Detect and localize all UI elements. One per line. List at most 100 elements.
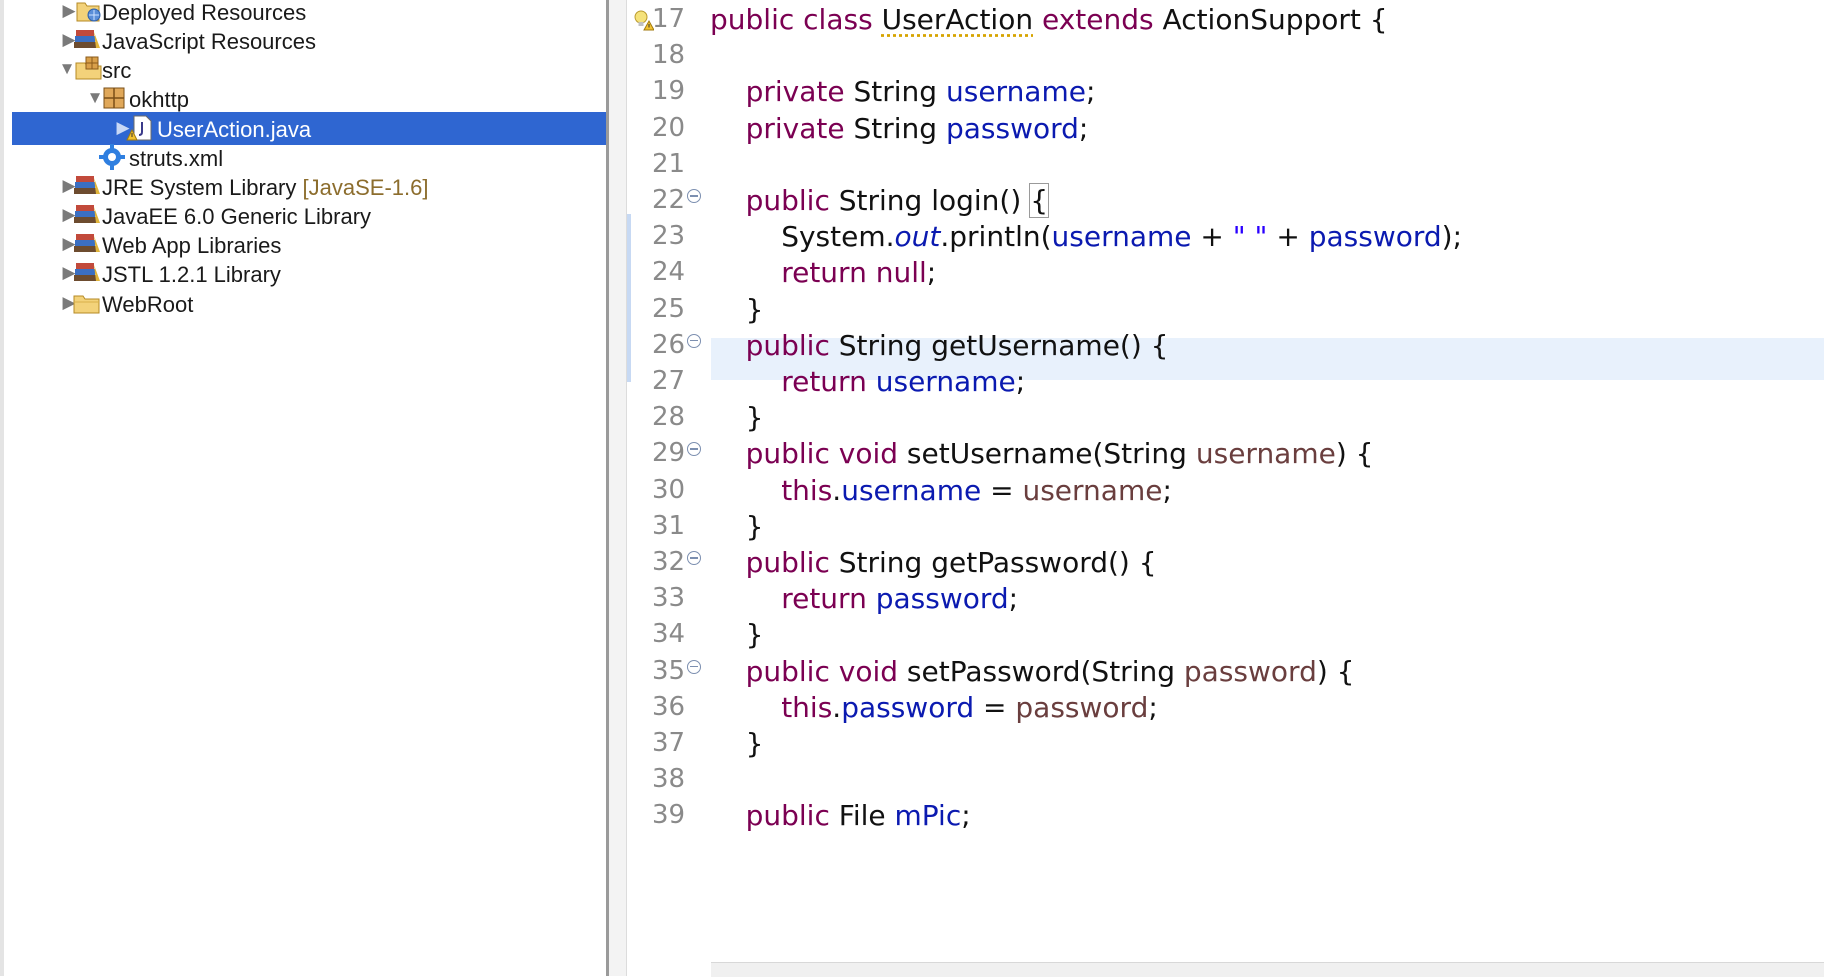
line-number: 39 (652, 800, 686, 831)
code-text: public String login() { (710, 183, 1050, 218)
code-token: public (745, 437, 830, 471)
code-text: } (710, 727, 764, 760)
code-text: } (710, 510, 764, 543)
code-text: private String password; (710, 111, 1089, 145)
fold-collapse-icon[interactable] (687, 551, 701, 565)
code-token: . (832, 473, 842, 507)
code-token: UserAction (881, 3, 1034, 36)
fold-collapse-icon[interactable] (687, 189, 701, 203)
code-text: System.out.println(username + " " + pass… (710, 220, 1462, 253)
code-token: password (945, 111, 1079, 145)
line-number: 31 (652, 510, 686, 541)
code-token: ; (961, 799, 971, 833)
code-token: username (1051, 220, 1192, 254)
code-text: return null; (710, 256, 936, 289)
code-token: ) { (1316, 654, 1355, 688)
fold-collapse-icon[interactable] (687, 659, 701, 674)
code-token: String (844, 111, 946, 145)
code-token: public (745, 654, 830, 688)
code-text: public File mPic; (710, 799, 971, 832)
code-token: setPassword(String (898, 654, 1184, 688)
code-token: ; (1148, 690, 1158, 724)
code-token: this (781, 473, 833, 507)
code-token: private (745, 111, 845, 145)
code-token: String login() (829, 184, 1031, 217)
code-text: return password; (710, 582, 1018, 615)
line-number: 21 (652, 148, 686, 179)
line-number: 27 (652, 366, 686, 396)
code-token: out (894, 220, 941, 254)
code-token: void (838, 437, 899, 471)
code-token: password (1015, 690, 1149, 724)
code-token: ; (926, 256, 937, 290)
code-text: this.password = password; (710, 691, 1158, 724)
code-token: ; (1162, 473, 1172, 507)
code-token: password (875, 582, 1009, 616)
code-text: public class UserAction extends ActionSu… (710, 3, 1388, 36)
code-token: public (710, 3, 795, 36)
code-token: } (710, 401, 764, 435)
horizontal-scrollbar[interactable] (711, 962, 1824, 977)
code-token: public (745, 184, 830, 217)
code-token: String getPassword() { (829, 546, 1157, 579)
code-token: username (875, 365, 1016, 398)
code-token: { (1029, 183, 1050, 218)
code-line[interactable]: 39 public File mPic; (0, 796, 1824, 838)
code-token: password (841, 690, 975, 724)
line-number: 28 (652, 402, 686, 433)
code-text: } (710, 401, 764, 435)
line-number: 38 (652, 764, 686, 795)
code-token: password (1183, 654, 1317, 688)
code-text: } (710, 292, 764, 326)
line-number: 34 (652, 619, 686, 650)
fold-collapse-icon[interactable] (687, 442, 701, 457)
line-number: 17 (652, 4, 686, 34)
code-token: } (710, 727, 764, 760)
code-token: ; (1015, 365, 1026, 398)
code-token: void (838, 654, 899, 688)
code-token: File (829, 799, 895, 833)
code-token: ); (1441, 220, 1463, 254)
line-number: 33 (652, 583, 686, 614)
code-token: extends (1042, 3, 1154, 36)
code-token: public (745, 546, 830, 579)
line-number: 20 (652, 112, 686, 143)
code-token: username (945, 75, 1086, 109)
line-number: 37 (652, 728, 686, 758)
code-text: return username; (710, 365, 1025, 398)
code-token: public (745, 328, 830, 362)
code-token: private (745, 75, 845, 109)
code-token: ; (1078, 111, 1089, 145)
code-token: = (974, 690, 1016, 724)
code-token: this (781, 690, 833, 724)
code-text: public String getUsername() { (710, 329, 1169, 362)
code-token: } (710, 292, 764, 326)
code-token: setUsername(String (898, 437, 1196, 471)
code-token: mPic (894, 799, 962, 833)
code-token: + (1191, 220, 1233, 254)
line-number: 19 (652, 76, 686, 107)
code-token: return (781, 365, 867, 398)
fold-collapse-icon[interactable] (687, 333, 701, 348)
code-text: } (710, 618, 764, 651)
code-token: username (841, 473, 982, 507)
code-token: . (832, 690, 842, 724)
code-token: = (981, 473, 1023, 507)
line-number: 24 (652, 257, 686, 288)
code-token: ; (1085, 75, 1096, 109)
